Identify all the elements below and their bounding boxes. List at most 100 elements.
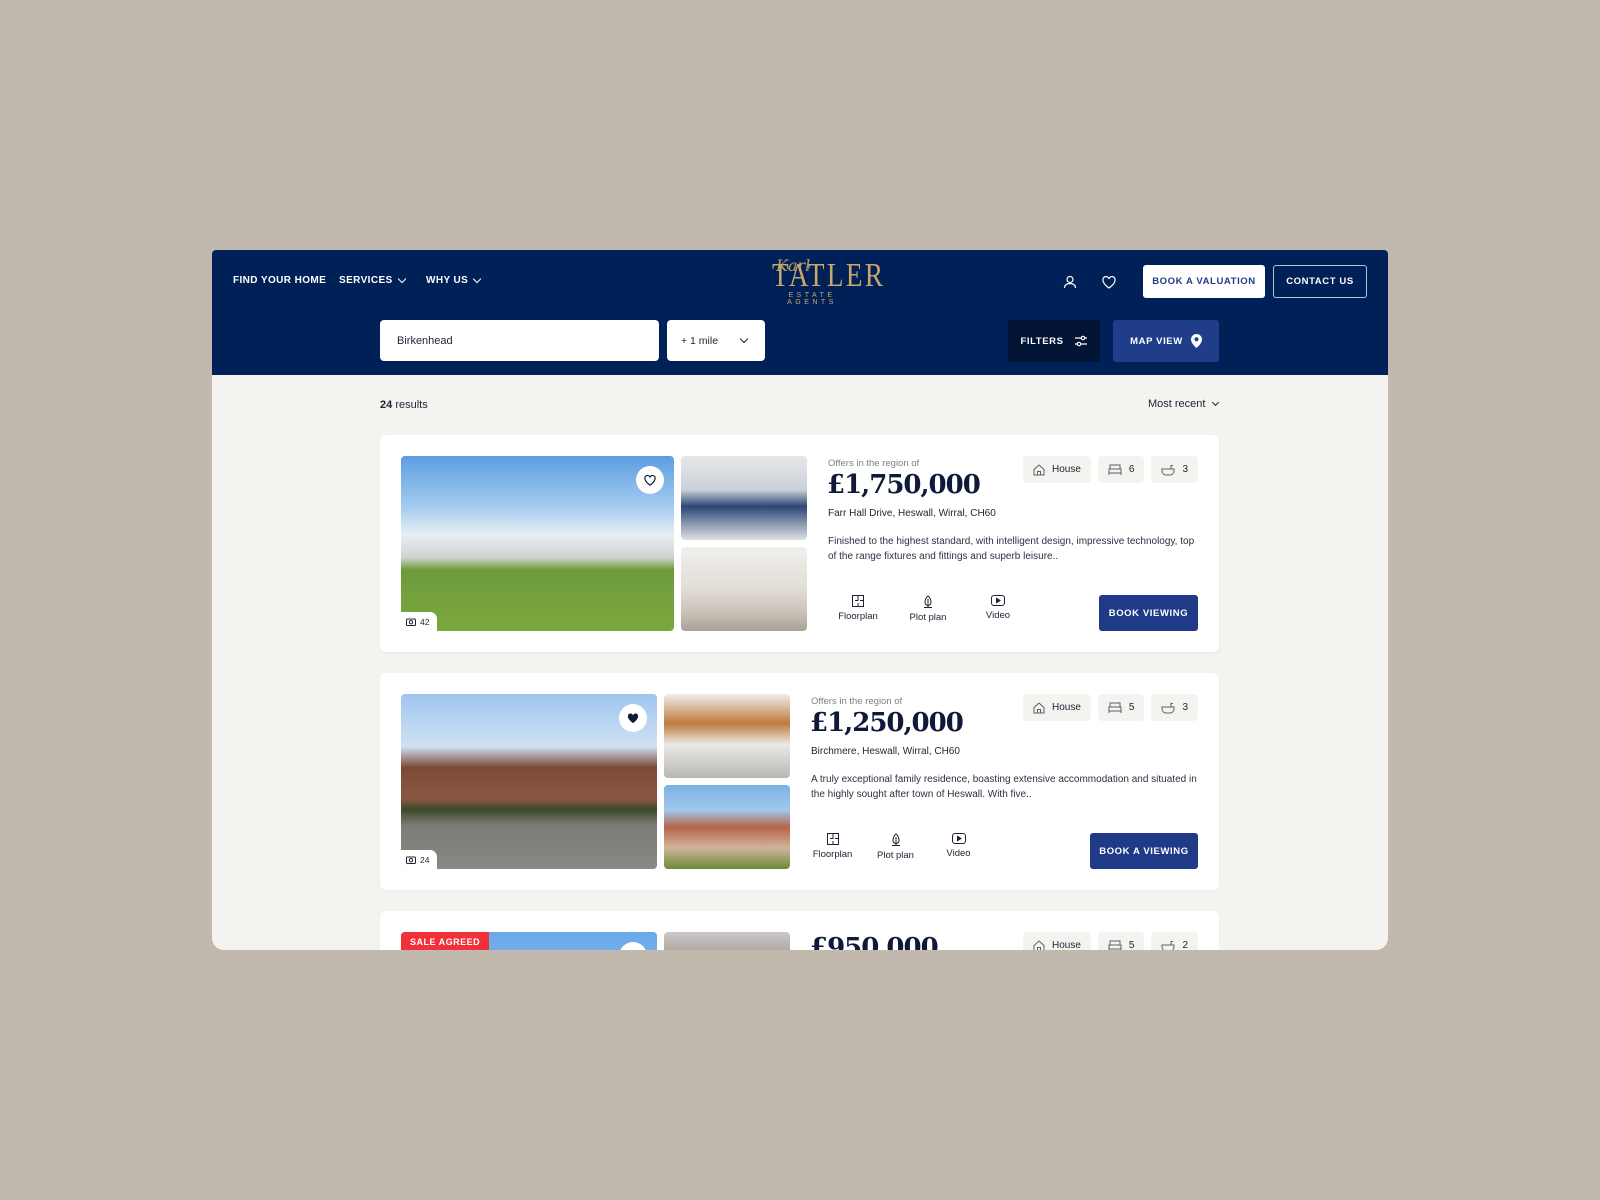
baths-chip: 2: [1151, 932, 1198, 950]
type-chip: House: [1022, 932, 1091, 950]
floorplan-link[interactable]: Floorplan: [801, 833, 864, 861]
logo-sub: ESTATE AGENTS: [787, 292, 837, 306]
type-value: House: [1051, 464, 1081, 475]
radius-value: + 1 mile: [681, 334, 719, 347]
description: A truly exceptional family residence, bo…: [811, 774, 1197, 800]
thumbnail-photo[interactable]: [664, 785, 790, 869]
camera-icon: [406, 856, 416, 864]
heart-outline-icon: [644, 474, 656, 486]
chevron-down-icon: [1212, 398, 1220, 407]
media-label: Video: [985, 610, 1011, 621]
price: £950,000: [810, 933, 939, 950]
thumbnail-photo[interactable]: [664, 932, 790, 950]
video-link[interactable]: Video: [927, 833, 990, 861]
map-view-button[interactable]: MAP VIEW: [1113, 320, 1219, 362]
main-photo[interactable]: 24: [401, 694, 657, 869]
media-label: Floorplan: [812, 849, 853, 860]
favourite-button[interactable]: [619, 704, 647, 732]
tree-icon: [891, 833, 900, 846]
book-valuation-button[interactable]: BOOK A VALUATION: [1143, 265, 1265, 298]
main-photo[interactable]: SALE AGREED: [401, 932, 657, 950]
photo-count-value: 24: [420, 854, 430, 865]
thumbnail-photo[interactable]: [681, 547, 807, 631]
media-links: Floorplan Plot plan Video: [823, 595, 1033, 623]
beds-chip: 5: [1097, 694, 1145, 721]
chevron-down-icon: [472, 274, 482, 284]
plot-plan-link[interactable]: Plot plan: [893, 595, 963, 623]
book-viewing-button[interactable]: BOOK A VIEWING: [1090, 833, 1198, 869]
logo[interactable]: Karl TATLER ESTATE AGENTS: [762, 256, 886, 306]
bath-icon: [1161, 464, 1175, 475]
baths-value: 3: [1182, 702, 1188, 713]
logo-main: TATLER: [772, 257, 886, 294]
photo-count-value: 42: [420, 616, 430, 627]
sliders-icon: [1074, 335, 1087, 347]
contact-us-button[interactable]: CONTACT US: [1273, 265, 1367, 298]
media-label: Plot plan: [909, 612, 947, 623]
house-icon: [1033, 463, 1045, 475]
nav-label: SERVICES: [339, 275, 393, 286]
type-chip: House: [1022, 456, 1091, 483]
plot-plan-link[interactable]: Plot plan: [864, 833, 927, 861]
filters-button[interactable]: FILTERS: [1008, 320, 1100, 362]
results-label: results: [395, 399, 428, 411]
heart-filled-icon: [627, 712, 639, 723]
book-viewing-button[interactable]: BOOK VIEWING: [1099, 595, 1198, 631]
tree-icon: [924, 595, 932, 608]
play-icon: [991, 595, 1005, 606]
filters-label: FILTERS: [1020, 335, 1064, 347]
photo-count: 24: [401, 850, 438, 869]
listing-card[interactable]: 24 Offers in the region of £1,250,000 Bi…: [380, 673, 1219, 890]
listing-card[interactable]: 42 Offers in the region of £1,750,000 Fa…: [380, 435, 1219, 652]
type-value: House: [1051, 940, 1081, 950]
media-label: Video: [946, 848, 971, 859]
map-view-label: MAP VIEW: [1130, 335, 1183, 347]
media-label: Plot plan: [877, 850, 914, 861]
top-nav: FIND YOUR HOME SERVICES WHY US Karl TATL…: [212, 250, 1388, 375]
chevron-down-icon: [739, 334, 749, 344]
thumbnail-photo[interactable]: [664, 694, 790, 778]
nav-find-your-home[interactable]: FIND YOUR HOME: [233, 275, 326, 286]
baths-value: 2: [1182, 940, 1188, 950]
media-links: Floorplan Plot plan Video: [801, 833, 990, 861]
play-icon: [951, 833, 966, 844]
nav-label: FIND YOUR HOME: [233, 275, 327, 286]
camera-icon: [406, 618, 416, 626]
address: Birchmere, Heswall, Wirral, CH60: [811, 746, 960, 757]
beds-chip: 6: [1097, 456, 1145, 483]
house-icon: [1033, 939, 1045, 950]
baths-value: 3: [1182, 464, 1188, 475]
description: Finished to the highest standard, with i…: [828, 536, 1195, 562]
thumbnail-photo[interactable]: [681, 456, 807, 540]
beds-value: 5: [1128, 702, 1135, 713]
radius-select[interactable]: + 1 mile: [667, 320, 765, 361]
listing-card[interactable]: SALE AGREED £950,000 House 5 2: [380, 911, 1219, 950]
sort-select[interactable]: Most recent: [1148, 398, 1220, 410]
type-value: House: [1051, 702, 1081, 713]
video-link[interactable]: Video: [963, 595, 1033, 623]
favourite-button[interactable]: [619, 942, 647, 950]
price: £1,750,000: [827, 470, 981, 500]
bath-icon: [1161, 702, 1175, 713]
property-features: House 5 2: [1022, 932, 1198, 950]
price: £1,250,000: [810, 708, 964, 738]
offer-label: Offers in the region of: [811, 696, 903, 707]
account-icon[interactable]: [1058, 270, 1082, 294]
floorplan-icon: [826, 833, 839, 845]
media-label: Floorplan: [838, 611, 878, 622]
bed-icon: [1108, 940, 1122, 950]
sort-value: Most recent: [1148, 398, 1206, 410]
beds-value: 5: [1128, 940, 1135, 950]
nav-why-us[interactable]: WHY US: [426, 274, 482, 286]
offer-label: Offers in the region of: [828, 458, 920, 469]
favourite-button[interactable]: [636, 466, 664, 494]
photo-count: 42: [401, 612, 438, 631]
search-value: Birkenhead: [397, 334, 453, 347]
address: Farr Hall Drive, Heswall, Wirral, CH60: [828, 508, 996, 519]
location-search-input[interactable]: Birkenhead: [380, 320, 659, 361]
heart-icon[interactable]: [1097, 270, 1121, 294]
main-photo[interactable]: 42: [401, 456, 674, 631]
property-features: House 5 3: [1022, 694, 1198, 721]
floorplan-link[interactable]: Floorplan: [823, 595, 893, 623]
nav-services[interactable]: SERVICES: [339, 274, 406, 286]
